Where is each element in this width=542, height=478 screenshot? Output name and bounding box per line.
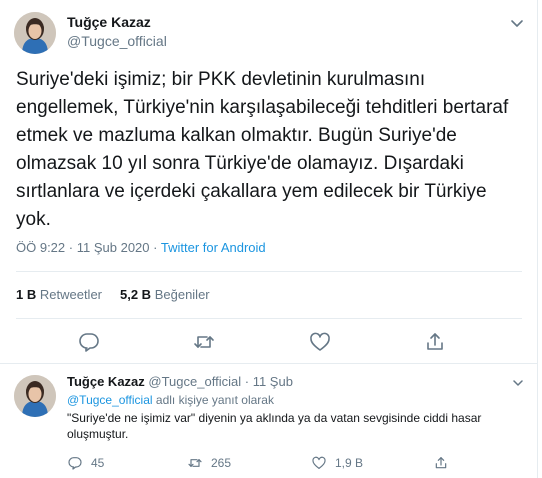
heart-icon[interactable] bbox=[308, 330, 332, 354]
likes-count: 5,2 B bbox=[120, 287, 152, 302]
retweets-count: 1 B bbox=[16, 287, 37, 302]
retweet-icon bbox=[188, 459, 202, 467]
tweet-actions bbox=[0, 330, 538, 354]
reply-icon[interactable] bbox=[77, 330, 101, 354]
retweets-label: Retweetler bbox=[39, 287, 102, 302]
chevron-down-icon[interactable] bbox=[510, 375, 526, 391]
meta-separator: · bbox=[244, 374, 250, 389]
reply-icon bbox=[68, 457, 82, 470]
replying-to: @Tugce_official adlı kişiye yanıt olarak bbox=[67, 393, 274, 407]
heart-icon bbox=[312, 456, 326, 469]
reply-header: Tuğçe Kazaz @Tugce_official · 11 Şub bbox=[67, 374, 293, 389]
section-separator bbox=[0, 363, 538, 364]
meta-separator: · bbox=[153, 240, 158, 255]
tweet-detail-panel: Tuğçe Kazaz @Tugce_official Suriye'deki … bbox=[0, 0, 538, 478]
retweet-icon[interactable] bbox=[192, 330, 216, 354]
reply-action-share[interactable] bbox=[433, 454, 457, 472]
tweet-text: Suriye'deki işimiz; bir PKK devletinin k… bbox=[16, 69, 509, 230]
likes-stat[interactable]: 5,2 B Beğeniler bbox=[120, 287, 210, 302]
tweet-source-link[interactable]: Twitter for Android bbox=[161, 240, 266, 255]
reply-date[interactable]: 11 Şub bbox=[253, 374, 293, 389]
tweet-stats: 1 B Retweetler 5,2 B Beğeniler bbox=[16, 287, 210, 302]
reply-count: 45 bbox=[91, 456, 105, 470]
reply-action-like[interactable]: 1,9 B bbox=[311, 454, 363, 472]
reply-action-retweet[interactable]: 265 bbox=[187, 454, 231, 472]
tweet-date[interactable]: 11 Şub 2020 bbox=[77, 240, 150, 255]
avatar[interactable] bbox=[14, 375, 56, 417]
reply-author-handle[interactable]: @Tugce_official bbox=[148, 374, 241, 389]
chevron-down-icon[interactable] bbox=[508, 14, 526, 32]
retweet-count: 265 bbox=[211, 456, 232, 470]
reply-text: "Suriye'de ne işimiz var" diyenin ya akl… bbox=[67, 411, 482, 441]
tweet-meta: ÖÖ 9:22 · 11 Şub 2020 · Twitter for Andr… bbox=[16, 240, 266, 255]
author-name[interactable]: Tuğçe Kazaz bbox=[67, 14, 151, 30]
replying-mention[interactable]: @Tugce_official bbox=[67, 393, 153, 407]
reply-actions: 45 265 1,9 B bbox=[67, 454, 507, 472]
divider bbox=[16, 271, 522, 272]
share-icon[interactable] bbox=[423, 330, 447, 354]
author-handle[interactable]: @Tugce_official bbox=[67, 33, 167, 49]
meta-separator: · bbox=[68, 240, 74, 255]
retweets-stat[interactable]: 1 B Retweetler bbox=[16, 287, 102, 302]
share-icon bbox=[435, 457, 447, 469]
reply-author-name[interactable]: Tuğçe Kazaz bbox=[67, 374, 145, 389]
tweet-time[interactable]: ÖÖ 9:22 bbox=[16, 240, 65, 255]
replying-suffix: adlı kişiye yanıt olarak bbox=[155, 393, 274, 407]
likes-label: Beğeniler bbox=[154, 287, 210, 302]
like-count: 1,9 B bbox=[335, 456, 364, 470]
avatar[interactable] bbox=[14, 12, 56, 54]
divider bbox=[16, 318, 522, 319]
reply-action-reply[interactable]: 45 bbox=[67, 454, 104, 472]
